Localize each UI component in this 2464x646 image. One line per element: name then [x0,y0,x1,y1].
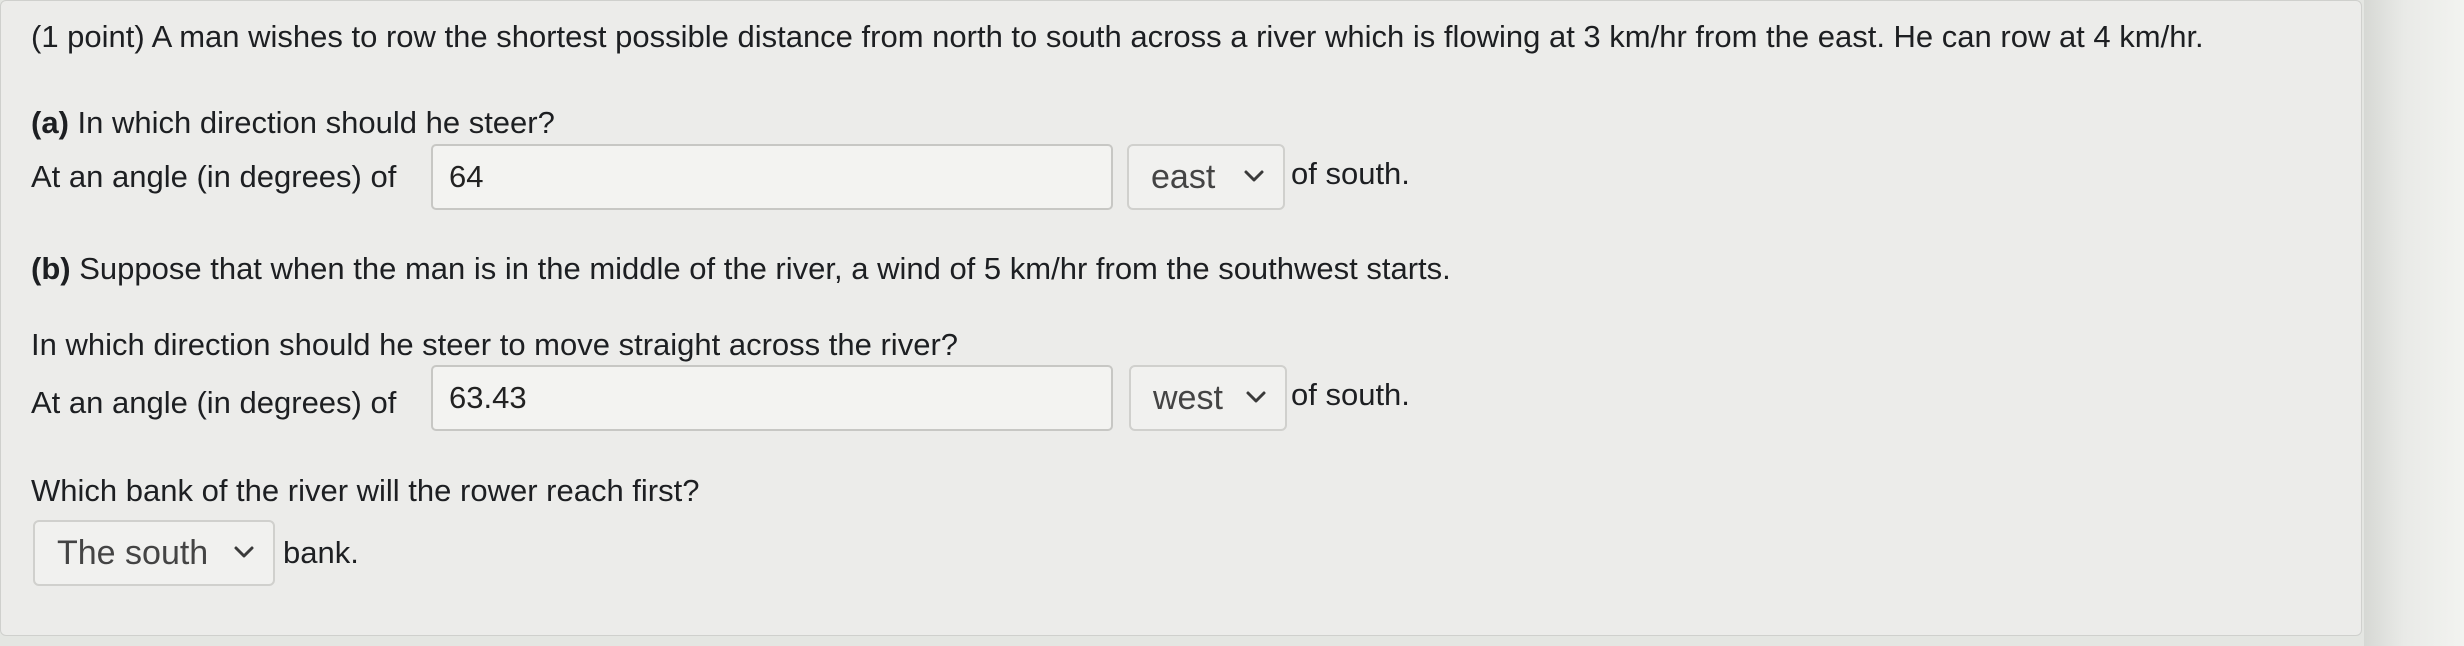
part-a-angle-prefix: At an angle (in degrees) of [31,159,397,194]
part-a-prompt: (a) In which direction should he steer? [31,105,555,141]
intro-text: (1 point) A man wishes to row the shorte… [31,19,2204,54]
part-a-direction-select[interactable]: east [1127,144,1285,210]
part-b-steer-prompt: In which direction should he steer to mo… [31,327,959,362]
page-edge [2364,0,2464,646]
part-a-question: In which direction should he steer? [77,105,555,140]
chevron-down-icon [1246,391,1266,403]
chevron-down-icon [234,546,254,558]
chevron-down-icon [1244,170,1264,182]
part-b-bank-select[interactable]: The south [33,520,275,586]
part-b-bank-value: The south [57,533,209,572]
part-a-angle-input[interactable] [431,144,1113,210]
part-b-prompt: (b) Suppose that when the man is in the … [31,251,1451,287]
part-b-angle-prefix: At an angle (in degrees) of [31,385,397,420]
part-b-label: (b) [31,251,71,286]
part-b-direction-value: west [1153,378,1223,417]
part-b-question: Suppose that when the man is in the midd… [79,251,1451,286]
part-b-direction-select[interactable]: west [1129,365,1287,431]
part-a-direction-value: east [1151,157,1216,196]
part-b-suffix: of south. [1291,377,1410,412]
question-intro: (1 point) A man wishes to row the shorte… [31,19,2204,55]
part-b-bank-suffix: bank. [283,535,359,570]
part-b-angle-input[interactable] [431,365,1113,431]
part-a-suffix: of south. [1291,156,1410,191]
part-b-bank-prompt: Which bank of the river will the rower r… [31,473,700,508]
question-panel: (1 point) A man wishes to row the shorte… [0,0,2362,636]
part-a-label: (a) [31,105,69,140]
